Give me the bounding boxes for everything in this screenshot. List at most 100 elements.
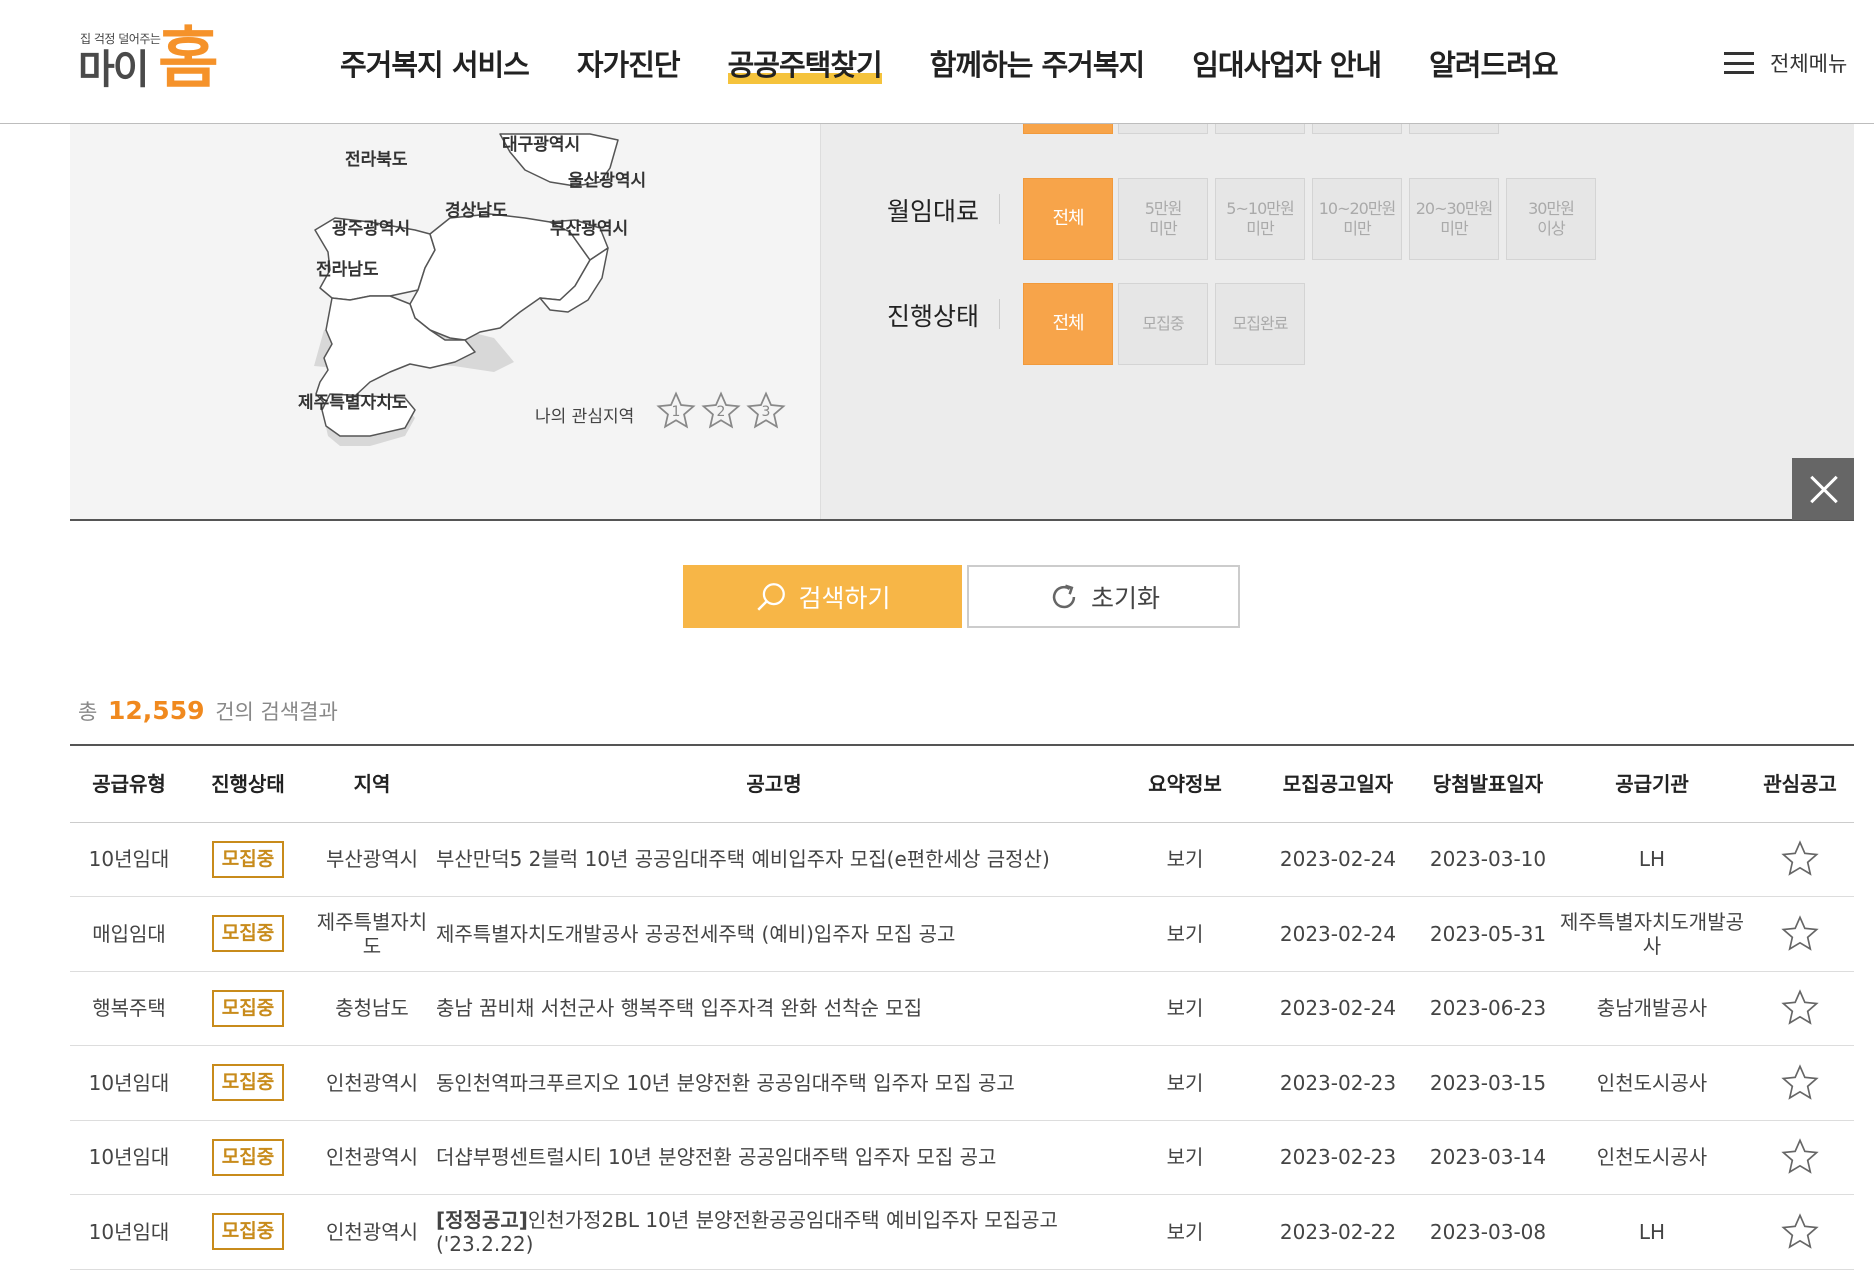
filter-rent-under-5[interactable]: 5만원 미만: [1118, 178, 1208, 260]
cell-type: 매입임대: [70, 896, 188, 972]
title-prefix: [정정공고]: [436, 1207, 528, 1232]
filter-label-status: 진행상태: [886, 302, 979, 331]
cell-region: 부산광역시: [308, 822, 436, 897]
map-label-daegu[interactable]: 대구광역시: [502, 130, 580, 155]
cell-status: 모집중: [188, 1120, 308, 1195]
star-outline-icon: [1781, 1213, 1819, 1249]
nav-item-public-housing[interactable]: 공공주택찾기: [727, 40, 883, 90]
cell-summary-link[interactable]: 보기: [1112, 896, 1258, 972]
table-header-row: 공급유형 진행상태 지역 공고명 요약정보 모집공고일자 당첨발표일자 공급기관…: [70, 746, 1854, 823]
nav-item-rental-business[interactable]: 임대사업자 안내: [1192, 40, 1382, 90]
col-header-type: 공급유형: [70, 746, 188, 823]
filter-status-recruiting[interactable]: 모집중: [1118, 283, 1208, 365]
favorite-toggle[interactable]: [1746, 822, 1854, 897]
all-menu-button[interactable]: 전체메뉴: [1724, 48, 1847, 78]
title-text: 더샵부평센트럴시티 10년 분양전환 공공임대주택 입주자 모집 공고: [436, 1145, 997, 1170]
cell-title-link[interactable]: 충남 꿈비채 서천군사 행복주택 입주자격 완화 선착순 모집: [436, 971, 1112, 1046]
logo-word-home: 홈: [158, 20, 219, 97]
nav-item-notice[interactable]: 알려드려요: [1429, 40, 1558, 90]
cell-announce-date: 2023-05-31: [1418, 896, 1558, 972]
cell-region: 충청남도: [308, 971, 436, 1046]
filter-rent-over-30[interactable]: 30만원 이상: [1506, 178, 1596, 260]
cell-title-link[interactable]: [정정공고]인천가정2BL 10년 분양전환공공임대주택 예비입주자 모집공고(…: [436, 1194, 1112, 1270]
cell-summary-link[interactable]: 보기: [1112, 1194, 1258, 1270]
nav-item-together[interactable]: 함께하는 주거복지: [930, 40, 1146, 90]
col-header-notice-date: 모집공고일자: [1258, 746, 1418, 823]
logo-word-main: 마이: [78, 47, 150, 93]
star-outline-icon: [1781, 1064, 1819, 1100]
filter-status-closed[interactable]: 모집완료: [1215, 283, 1305, 365]
status-badge: 모집중: [211, 840, 285, 878]
cell-summary-link[interactable]: 보기: [1112, 1045, 1258, 1121]
cell-title-link[interactable]: 동인천역파크푸르지오 10년 분양전환 공공임대주택 입주자 모집 공고: [436, 1045, 1112, 1121]
cell-summary-link[interactable]: 보기: [1112, 1120, 1258, 1195]
filter-rent-all[interactable]: 전체: [1023, 178, 1113, 260]
nav-item-housing-welfare[interactable]: 주거복지 서비스: [340, 40, 530, 90]
filter-status-all[interactable]: 전체: [1023, 283, 1113, 365]
favorite-toggle[interactable]: [1746, 1120, 1854, 1195]
result-count-suffix: 건의 검색결과: [215, 700, 338, 724]
col-header-title: 공고명: [436, 746, 1112, 823]
cell-agency: LH: [1558, 822, 1746, 897]
col-header-status: 진행상태: [188, 746, 308, 823]
cell-type: 10년임대: [70, 1120, 188, 1195]
cell-region: 제주특별자치도: [308, 896, 436, 972]
cell-summary-link[interactable]: 보기: [1112, 822, 1258, 897]
col-header-summary: 요약정보: [1112, 746, 1258, 823]
filter-options-area: 미만 미만 미만 이상 월임대료 전체 5만원 미만 5~10만원 미만 10~…: [820, 70, 1854, 519]
map-label-gyeongnam[interactable]: 경상남도: [445, 196, 508, 221]
map-label-jeonnam[interactable]: 전라남도: [316, 255, 379, 280]
cell-title-link[interactable]: 부산만덕5 2블럭 10년 공공임대주택 예비입주자 모집(e편한세상 금정산): [436, 822, 1112, 897]
favorite-region-star-2[interactable]: 2: [700, 390, 742, 432]
korea-region-map: [314, 133, 619, 446]
main-navigation: 주거복지 서비스 자가진단 공공주택찾기 함께하는 주거복지 임대사업자 안내 …: [340, 40, 1606, 90]
table-row[interactable]: 10년임대 모집중 인천광역시 동인천역파크푸르지오 10년 분양전환 공공임대…: [70, 1045, 1854, 1121]
favorite-toggle[interactable]: [1746, 1194, 1854, 1270]
table-row[interactable]: 10년임대 모집중 부산광역시 부산만덕5 2블럭 10년 공공임대주택 예비입…: [70, 822, 1854, 897]
filter-divider: [999, 194, 1000, 224]
favorite-toggle[interactable]: [1746, 1045, 1854, 1121]
nav-item-self-diagnosis[interactable]: 자가진단: [577, 40, 681, 90]
search-filter-panel: 대구광역시 전라북도 울산광역시 경상남도 광주광역시 부산광역시 전라남도 제…: [70, 70, 1854, 521]
favorite-region-star-3[interactable]: 3: [745, 390, 787, 432]
favorite-slot-number: 2: [716, 404, 726, 420]
cell-status: 모집중: [188, 971, 308, 1046]
table-row[interactable]: 10년임대 모집중 인천광역시 더샵부평센트럴시티 10년 분양전환 공공임대주…: [70, 1120, 1854, 1195]
search-button[interactable]: 검색하기: [683, 565, 962, 628]
filter-rent-5-10[interactable]: 5~10만원 미만: [1215, 178, 1305, 260]
map-label-jeju[interactable]: 제주특별자치도: [298, 388, 407, 413]
status-badge: 모집중: [211, 915, 285, 953]
cell-status: 모집중: [188, 896, 308, 972]
table-row[interactable]: 행복주택 모집중 충청남도 충남 꿈비채 서천군사 행복주택 입주자격 완화 선…: [70, 971, 1854, 1046]
col-header-announce-date: 당첨발표일자: [1418, 746, 1558, 823]
map-label-ulsan[interactable]: 울산광역시: [568, 166, 646, 191]
logo-tagline: 집 걱정 덜어주는: [80, 32, 161, 46]
search-button-label: 검색하기: [798, 583, 891, 613]
map-label-jeonbuk[interactable]: 전라북도: [345, 145, 408, 170]
map-label-gwangju[interactable]: 광주광역시: [332, 214, 410, 239]
table-row[interactable]: 10년임대 모집중 인천광역시 [정정공고]인천가정2BL 10년 분양전환공공…: [70, 1194, 1854, 1270]
cell-title-link[interactable]: 제주특별자치도개발공사 공공전세주택 (예비)입주자 모집 공고: [436, 896, 1112, 972]
close-panel-button[interactable]: [1792, 458, 1854, 520]
result-count-number: 12,559: [108, 696, 205, 725]
filter-rent-20-30[interactable]: 20~30만원 미만: [1409, 178, 1499, 260]
cell-notice-date: 2023-02-24: [1258, 971, 1418, 1046]
favorite-region-star-1[interactable]: 1: [655, 390, 697, 432]
reset-button[interactable]: 초기화: [967, 565, 1240, 628]
results-table: 공급유형 진행상태 지역 공고명 요약정보 모집공고일자 당첨발표일자 공급기관…: [70, 744, 1854, 1270]
filter-label-rent: 월임대료: [886, 197, 979, 226]
cell-type: 행복주택: [70, 971, 188, 1046]
favorite-slot-number: 3: [761, 404, 771, 420]
cell-notice-date: 2023-02-23: [1258, 1045, 1418, 1121]
filter-rent-10-20[interactable]: 10~20만원 미만: [1312, 178, 1402, 260]
cell-agency: 인천도시공사: [1558, 1120, 1746, 1195]
table-row[interactable]: 매입임대 모집중 제주특별자치도 제주특별자치도개발공사 공공전세주택 (예비)…: [70, 896, 1854, 972]
cell-notice-date: 2023-02-23: [1258, 1120, 1418, 1195]
favorite-toggle[interactable]: [1746, 896, 1854, 972]
site-logo[interactable]: 집 걱정 덜어주는 마이 홈: [78, 24, 238, 96]
cell-title-link[interactable]: 더샵부평센트럴시티 10년 분양전환 공공임대주택 입주자 모집 공고: [436, 1120, 1112, 1195]
map-label-busan[interactable]: 부산광역시: [550, 214, 628, 239]
favorite-toggle[interactable]: [1746, 971, 1854, 1046]
status-badge: 모집중: [211, 1213, 285, 1251]
cell-summary-link[interactable]: 보기: [1112, 971, 1258, 1046]
